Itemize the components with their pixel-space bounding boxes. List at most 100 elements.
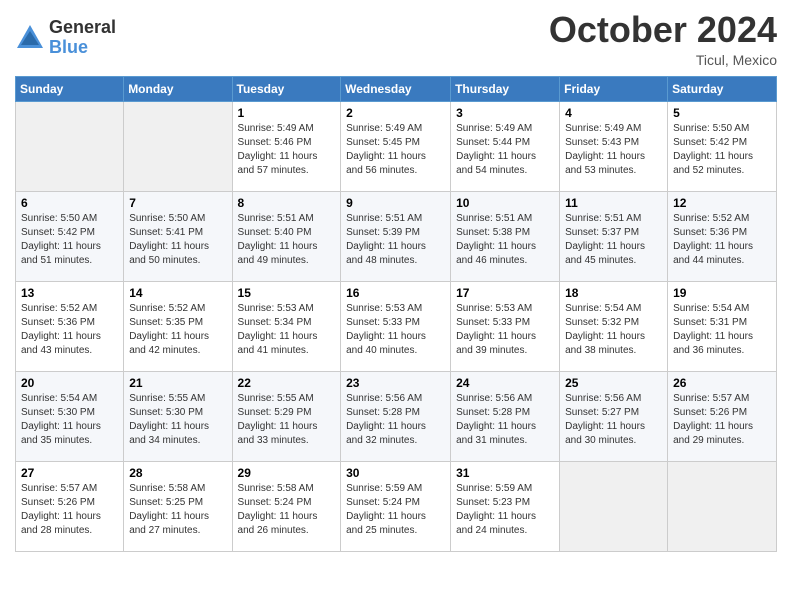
day-number: 27 — [21, 466, 118, 480]
header-day-monday: Monday — [124, 76, 232, 101]
day-number: 20 — [21, 376, 118, 390]
month-title: October 2024 — [549, 10, 777, 50]
day-info: Sunrise: 5:56 AMSunset: 5:27 PMDaylight:… — [565, 392, 662, 448]
week-row-1: 1 Sunrise: 5:49 AMSunset: 5:46 PMDaylight… — [16, 101, 777, 191]
day-number: 22 — [238, 376, 336, 390]
week-row-2: 6 Sunrise: 5:50 AMSunset: 5:42 PMDaylight… — [16, 191, 777, 281]
title-area: October 2024 Ticul, Mexico — [549, 10, 777, 68]
calendar-cell: 10Sunrise: 5:51 AMSunset: 5:38 PMDayligh… — [451, 191, 560, 281]
day-info: Sunrise: 5:54 AMSunset: 5:32 PMDaylight:… — [565, 302, 662, 358]
day-number: 24 — [456, 376, 554, 390]
calendar-cell: 12Sunrise: 5:52 AMSunset: 5:36 PMDayligh… — [668, 191, 777, 281]
calendar-body: 1 Sunrise: 5:49 AMSunset: 5:46 PMDaylight… — [16, 101, 777, 551]
day-info: Sunrise: 5:49 AMSunset: 5:45 PMDaylight:… — [346, 122, 445, 178]
day-number: 6 — [21, 196, 118, 210]
calendar-cell: 19 Sunrise: 5:54 AMSunset: 5:31 PMDayligh… — [668, 281, 777, 371]
logo-blue: Blue — [49, 38, 116, 58]
calendar-cell: 24 Sunrise: 5:56 AMSunset: 5:28 PMDayligh… — [451, 371, 560, 461]
header-day-saturday: Saturday — [668, 76, 777, 101]
day-info: Sunrise: 5:51 AMSunset: 5:39 PMDaylight:… — [346, 212, 445, 268]
calendar-cell: 6 Sunrise: 5:50 AMSunset: 5:42 PMDaylight… — [16, 191, 124, 281]
day-info: Sunrise: 5:54 AMSunset: 5:30 PMDaylight:… — [21, 392, 118, 448]
calendar-cell: 26 Sunrise: 5:57 AMSunset: 5:26 PMDayligh… — [668, 371, 777, 461]
day-info: Sunrise: 5:50 AMSunset: 5:41 PMDaylight:… — [129, 212, 226, 268]
day-info: Sunrise: 5:49 AMSunset: 5:46 PMDaylight:… — [238, 122, 336, 178]
location: Ticul, Mexico — [549, 52, 777, 68]
calendar-cell: 23 Sunrise: 5:56 AMSunset: 5:28 PMDayligh… — [341, 371, 451, 461]
day-number: 3 — [456, 106, 554, 120]
day-number: 28 — [129, 466, 226, 480]
header-day-sunday: Sunday — [16, 76, 124, 101]
calendar-cell: 5Sunrise: 5:50 AMSunset: 5:42 PMDaylight… — [668, 101, 777, 191]
day-number: 23 — [346, 376, 445, 390]
day-info: Sunrise: 5:49 AMSunset: 5:44 PMDaylight:… — [456, 122, 554, 178]
day-number: 19 — [673, 286, 771, 300]
day-number: 15 — [238, 286, 336, 300]
day-number: 16 — [346, 286, 445, 300]
day-info: Sunrise: 5:50 AMSunset: 5:42 PMDaylight:… — [21, 212, 118, 268]
day-number: 17 — [456, 286, 554, 300]
day-number: 1 — [238, 106, 336, 120]
day-number: 9 — [346, 196, 445, 210]
day-info: Sunrise: 5:54 AMSunset: 5:31 PMDaylight:… — [673, 302, 771, 358]
calendar-cell: 15 Sunrise: 5:53 AMSunset: 5:34 PMDayligh… — [232, 281, 341, 371]
calendar-cell: 13 Sunrise: 5:52 AMSunset: 5:36 PMDayligh… — [16, 281, 124, 371]
calendar-cell: 18 Sunrise: 5:54 AMSunset: 5:32 PMDayligh… — [560, 281, 668, 371]
day-number: 18 — [565, 286, 662, 300]
header-row: SundayMondayTuesdayWednesdayThursdayFrid… — [16, 76, 777, 101]
day-info: Sunrise: 5:55 AMSunset: 5:29 PMDaylight:… — [238, 392, 336, 448]
calendar-cell — [16, 101, 124, 191]
day-info: Sunrise: 5:56 AMSunset: 5:28 PMDaylight:… — [456, 392, 554, 448]
day-number: 26 — [673, 376, 771, 390]
calendar-table: SundayMondayTuesdayWednesdayThursdayFrid… — [15, 76, 777, 552]
calendar-cell: 30Sunrise: 5:59 AMSunset: 5:24 PMDayligh… — [341, 461, 451, 551]
calendar-cell: 25Sunrise: 5:56 AMSunset: 5:27 PMDayligh… — [560, 371, 668, 461]
day-info: Sunrise: 5:51 AMSunset: 5:40 PMDaylight:… — [238, 212, 336, 268]
day-number: 29 — [238, 466, 336, 480]
day-number: 4 — [565, 106, 662, 120]
day-number: 13 — [21, 286, 118, 300]
page: General Blue October 2024 Ticul, Mexico … — [0, 0, 792, 567]
calendar-cell: 27 Sunrise: 5:57 AMSunset: 5:26 PMDayligh… — [16, 461, 124, 551]
day-info: Sunrise: 5:49 AMSunset: 5:43 PMDaylight:… — [565, 122, 662, 178]
header-day-thursday: Thursday — [451, 76, 560, 101]
calendar-cell: 29 Sunrise: 5:58 AMSunset: 5:24 PMDayligh… — [232, 461, 341, 551]
calendar-cell: 14Sunrise: 5:52 AMSunset: 5:35 PMDayligh… — [124, 281, 232, 371]
day-info: Sunrise: 5:58 AMSunset: 5:24 PMDaylight:… — [238, 482, 336, 538]
day-number: 10 — [456, 196, 554, 210]
calendar-cell: 2Sunrise: 5:49 AMSunset: 5:45 PMDaylight… — [341, 101, 451, 191]
calendar-cell: 3 Sunrise: 5:49 AMSunset: 5:44 PMDaylight… — [451, 101, 560, 191]
header-day-wednesday: Wednesday — [341, 76, 451, 101]
calendar-cell: 21Sunrise: 5:55 AMSunset: 5:30 PMDayligh… — [124, 371, 232, 461]
calendar-cell — [668, 461, 777, 551]
day-info: Sunrise: 5:57 AMSunset: 5:26 PMDaylight:… — [21, 482, 118, 538]
calendar-header: SundayMondayTuesdayWednesdayThursdayFrid… — [16, 76, 777, 101]
week-row-3: 13 Sunrise: 5:52 AMSunset: 5:36 PMDayligh… — [16, 281, 777, 371]
day-info: Sunrise: 5:53 AMSunset: 5:33 PMDaylight:… — [456, 302, 554, 358]
header-day-friday: Friday — [560, 76, 668, 101]
day-info: Sunrise: 5:53 AMSunset: 5:34 PMDaylight:… — [238, 302, 336, 358]
day-number: 14 — [129, 286, 226, 300]
day-number: 7 — [129, 196, 226, 210]
day-info: Sunrise: 5:53 AMSunset: 5:33 PMDaylight:… — [346, 302, 445, 358]
day-info: Sunrise: 5:52 AMSunset: 5:36 PMDaylight:… — [21, 302, 118, 358]
logo-general: General — [49, 18, 116, 38]
logo: General Blue — [15, 18, 116, 58]
day-info: Sunrise: 5:57 AMSunset: 5:26 PMDaylight:… — [673, 392, 771, 448]
calendar-cell: 11Sunrise: 5:51 AMSunset: 5:37 PMDayligh… — [560, 191, 668, 281]
day-number: 5 — [673, 106, 771, 120]
day-number: 12 — [673, 196, 771, 210]
calendar-cell — [560, 461, 668, 551]
header: General Blue October 2024 Ticul, Mexico — [15, 10, 777, 68]
calendar-cell: 4 Sunrise: 5:49 AMSunset: 5:43 PMDaylight… — [560, 101, 668, 191]
calendar-cell: 28Sunrise: 5:58 AMSunset: 5:25 PMDayligh… — [124, 461, 232, 551]
calendar-cell: 16 Sunrise: 5:53 AMSunset: 5:33 PMDayligh… — [341, 281, 451, 371]
day-number: 21 — [129, 376, 226, 390]
calendar-cell: 20 Sunrise: 5:54 AMSunset: 5:30 PMDayligh… — [16, 371, 124, 461]
day-number: 8 — [238, 196, 336, 210]
header-day-tuesday: Tuesday — [232, 76, 341, 101]
day-info: Sunrise: 5:59 AMSunset: 5:24 PMDaylight:… — [346, 482, 445, 538]
logo-icon — [15, 23, 45, 53]
day-info: Sunrise: 5:56 AMSunset: 5:28 PMDaylight:… — [346, 392, 445, 448]
calendar-cell: 17 Sunrise: 5:53 AMSunset: 5:33 PMDayligh… — [451, 281, 560, 371]
